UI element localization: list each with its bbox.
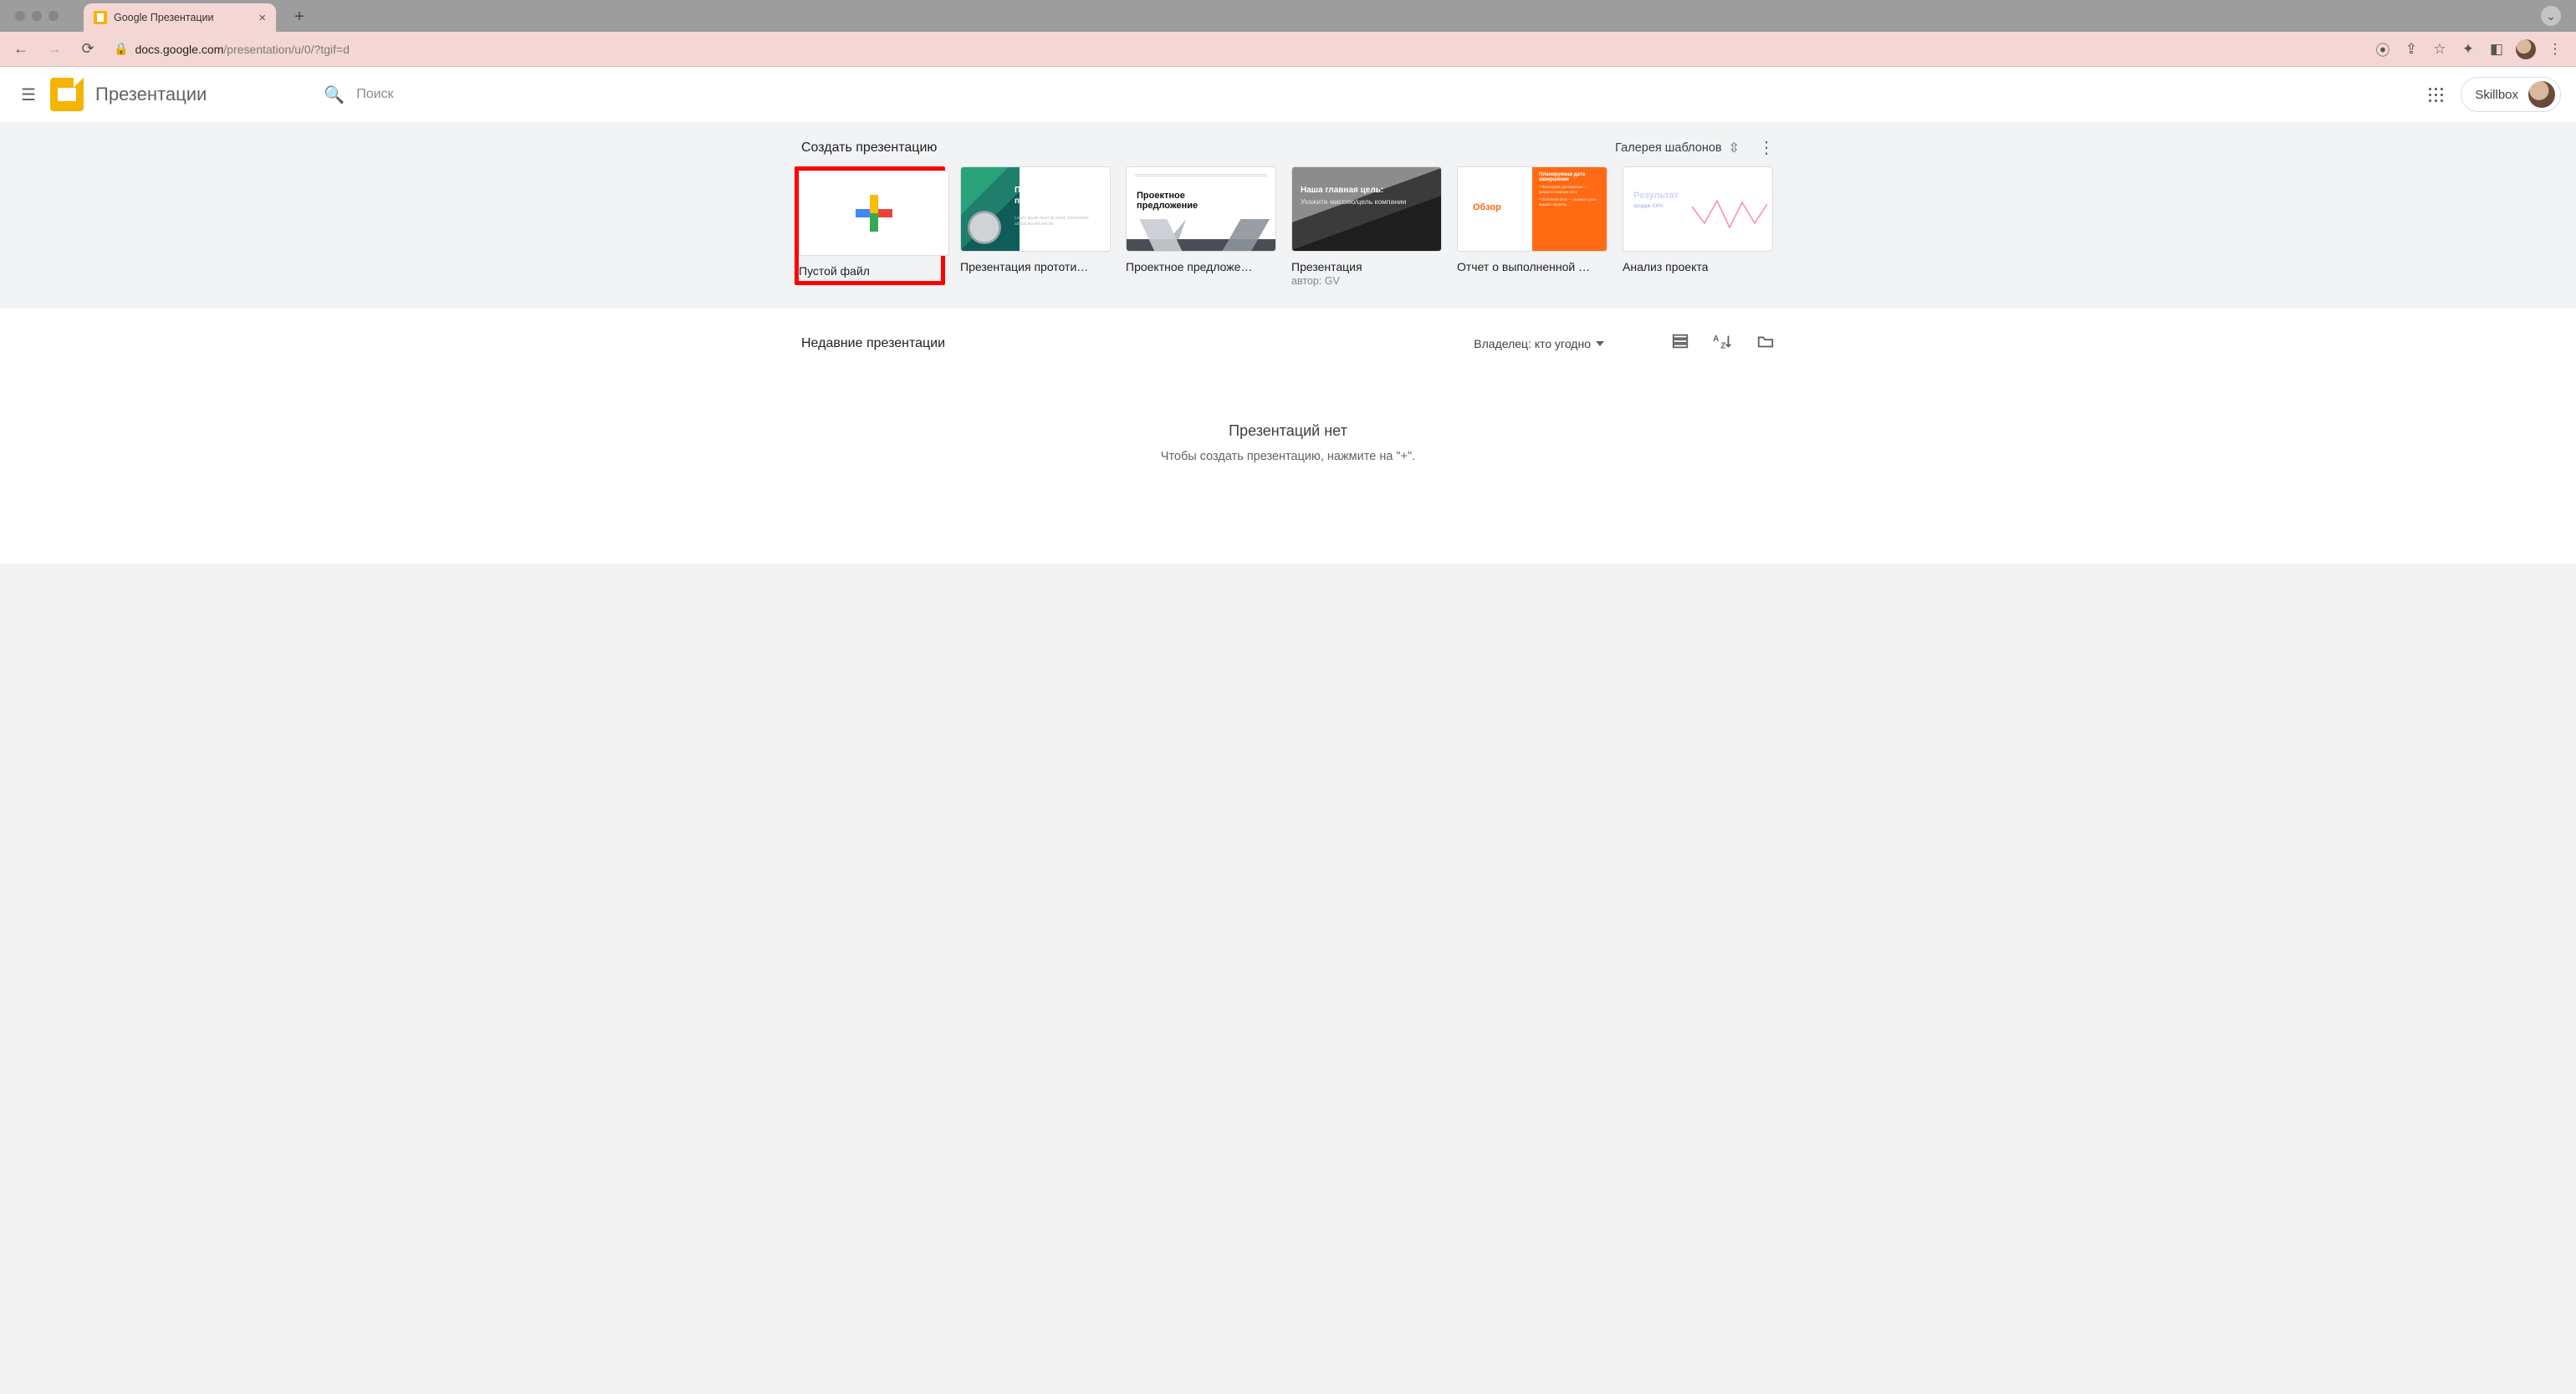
template-label: Презентация прототи…	[960, 260, 1111, 273]
tab-close-icon[interactable]: ×	[258, 11, 266, 25]
lock-icon: 🔒	[114, 42, 128, 56]
template-label: Отчет о выполненной …	[1457, 260, 1607, 273]
header-right: Skillbox	[2427, 77, 2561, 112]
thumb-title-line: предложение	[1137, 201, 1198, 211]
browser-chrome: Google Презентации × + ⌄ ← → ⟳ 🔒 docs.go…	[0, 0, 2576, 67]
template-label: Анализ проекта	[1623, 260, 1773, 273]
thumb-title: Презентация прототипов	[1015, 186, 1110, 207]
template-analysis[interactable]: Результат продаж XX% Анализ проекта	[1623, 166, 1773, 287]
extensions-icon[interactable]: ✦	[2459, 41, 2477, 58]
account-avatar-icon	[2528, 81, 2555, 108]
search-input[interactable]	[356, 87, 607, 102]
owner-filter[interactable]: Владелец: кто угодно	[1474, 337, 1604, 350]
reload-button[interactable]: ⟳	[74, 40, 102, 58]
template-status-report[interactable]: Обзор Планируемая дата завершения • Посл…	[1457, 166, 1607, 287]
thumb-title: Наша главная цель:	[1301, 186, 1383, 195]
owner-filter-label: Владелец: кто угодно	[1474, 337, 1591, 350]
search: 🔍	[324, 84, 2419, 105]
thumb-title: Результат	[1633, 191, 1679, 201]
account-switcher[interactable]: Skillbox	[2461, 77, 2561, 112]
templates-more-icon[interactable]: ⋮	[1758, 137, 1775, 158]
bookmark-icon[interactable]: ☆	[2430, 41, 2449, 58]
zoom-icon[interactable]: ⦿	[2374, 38, 2392, 59]
slides-logo-icon[interactable]	[50, 78, 84, 111]
plus-icon	[856, 195, 892, 232]
close-window-icon[interactable]	[15, 11, 25, 21]
template-gallery-label: Галерея шаблонов	[1615, 141, 1721, 155]
slides-favicon-icon	[94, 11, 107, 24]
unfold-icon: ⇳	[1729, 140, 1740, 156]
browser-titlebar: Google Презентации × + ⌄	[0, 0, 2576, 32]
template-label: Проектное предложе…	[1126, 260, 1276, 273]
template-gallery-toggle[interactable]: Галерея шаблонов ⇳	[1615, 140, 1740, 156]
address-bar[interactable]: 🔒 docs.google.com/presentation/u/0/?tgif…	[107, 42, 2369, 56]
tabs-overflow-icon[interactable]: ⌄	[2541, 6, 2561, 26]
open-picker-icon[interactable]	[1756, 332, 1775, 355]
app-title: Презентации	[95, 84, 207, 105]
toolbar-right: ⦿ ⇪ ☆ ✦ ◧ ⋮	[2374, 38, 2569, 59]
search-icon[interactable]: 🔍	[324, 84, 345, 105]
empty-title: Презентаций нет	[795, 422, 1781, 440]
recent-section: Недавние презентации Владелец: кто угодн…	[0, 309, 2576, 564]
recent-heading: Недавние презентации	[801, 336, 945, 351]
template-label: Презентация	[1291, 260, 1442, 273]
templates-heading: Создать презентацию	[801, 140, 937, 156]
forward-button[interactable]: →	[40, 40, 69, 58]
window-controls[interactable]	[0, 11, 59, 21]
page: ☰ Презентации 🔍 Skillbox Создать презент…	[0, 67, 2576, 564]
maximize-window-icon[interactable]	[49, 11, 59, 21]
templates-row: Пустой файл Презентация прототипов Lorem…	[795, 166, 1781, 287]
browser-toolbar: ← → ⟳ 🔒 docs.google.com/presentation/u/0…	[0, 32, 2576, 67]
profile-avatar-icon[interactable]	[2516, 39, 2536, 59]
google-apps-icon[interactable]	[2427, 86, 2444, 103]
svg-text:A: A	[1713, 334, 1720, 344]
account-label: Skillbox	[2475, 88, 2518, 102]
template-proposal[interactable]: Проектное предложение Проектное предложе…	[1126, 166, 1276, 287]
empty-hint: Чтобы создать презентацию, нажмите на "+…	[795, 450, 1781, 463]
template-label: Пустой файл	[799, 264, 941, 278]
url-path: /presentation/u/0/?tgif=d	[223, 43, 350, 56]
chevron-down-icon	[1596, 341, 1604, 346]
browser-tab[interactable]: Google Презентации ×	[84, 3, 276, 32]
thumb-title: Обзор	[1473, 202, 1501, 212]
share-icon[interactable]: ⇪	[2402, 41, 2420, 58]
sort-az-icon[interactable]: AZ	[1713, 332, 1733, 355]
templates-section: Создать презентацию Галерея шаблонов ⇳ ⋮	[0, 122, 2576, 309]
app-header: ☰ Презентации 🔍 Skillbox	[0, 67, 2576, 122]
chart-lines-icon	[1692, 177, 1767, 244]
tab-title: Google Презентации	[114, 12, 252, 23]
template-sublabel: автор: GV	[1291, 275, 1442, 287]
thumb-sub: Укажите миссию/цель компании	[1301, 197, 1406, 207]
empty-state: Презентаций нет Чтобы создать презентаци…	[795, 422, 1781, 463]
sidepanel-icon[interactable]: ◧	[2487, 41, 2506, 58]
template-prototype[interactable]: Презентация прототипов Lorem ipsum dolor…	[960, 166, 1111, 287]
recent-view-controls: AZ	[1671, 332, 1775, 355]
list-view-icon[interactable]	[1671, 332, 1689, 355]
template-blank[interactable]: Пустой файл	[795, 166, 945, 287]
browser-menu-icon[interactable]: ⋮	[2546, 41, 2564, 58]
new-tab-button[interactable]: +	[289, 6, 310, 28]
minimize-window-icon[interactable]	[32, 11, 42, 21]
back-button[interactable]: ←	[7, 40, 35, 58]
template-presentation-gv[interactable]: Наша главная цель: Укажите миссию/цель к…	[1291, 166, 1442, 287]
thumb-title-line: Проектное	[1137, 191, 1198, 201]
url-host: docs.google.com	[135, 43, 223, 56]
templates-header: Создать презентацию Галерея шаблонов ⇳ ⋮	[795, 137, 1781, 166]
main-menu-button[interactable]: ☰	[15, 81, 42, 108]
svg-text:Z: Z	[1720, 341, 1725, 350]
